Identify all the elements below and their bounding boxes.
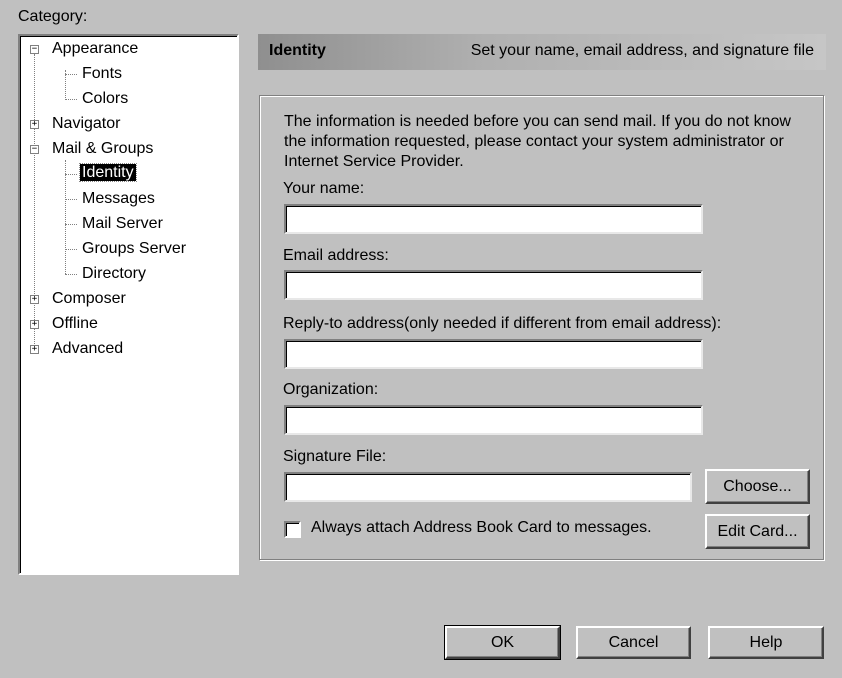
organization-label: Organization: [283,381,379,398]
tree-item-mail-server[interactable]: Mail Server [82,212,163,236]
attach-card-checkbox[interactable] [284,521,301,538]
collapse-icon[interactable]: − [30,45,39,54]
expand-icon[interactable]: + [30,320,39,329]
tree-item-directory[interactable]: Directory [82,262,146,286]
tree-connector [65,274,77,275]
tree-item-fonts[interactable]: Fonts [82,62,122,86]
tree-trunk-line [34,54,35,350]
category-tree[interactable]: − Appearance Fonts Colors + Navigator − … [18,34,239,575]
cancel-button[interactable]: Cancel [576,626,691,659]
expand-icon[interactable]: + [30,120,39,129]
tree-connector [65,249,77,250]
tree-connector [65,99,77,100]
panel-description: Set your name, email address, and signat… [470,42,814,59]
category-label: Category: [18,8,88,25]
your-name-label: Your name: [283,180,365,197]
tree-item-groups-server[interactable]: Groups Server [82,237,186,261]
help-button[interactable]: Help [708,626,824,659]
tree-connector [65,174,77,175]
info-text: The information is needed before you can… [284,113,791,170]
signature-file-field[interactable] [284,472,692,502]
tree-item-offline[interactable]: Offline [52,312,98,336]
reply-to-label: Reply-to address(only needed if differen… [283,315,722,332]
tree-branch-line-mail [65,160,66,274]
email-field[interactable] [284,270,703,300]
tree-connector [65,74,77,75]
tree-item-navigator[interactable]: Navigator [52,112,120,136]
signature-file-label: Signature File: [283,448,387,465]
collapse-icon[interactable]: − [30,145,39,154]
tree-item-identity[interactable]: Identity [79,162,137,184]
choose-button[interactable]: Choose... [705,469,810,504]
email-label: Email address: [283,247,389,264]
tree-item-mail-groups[interactable]: Mail & Groups [52,137,153,161]
edit-card-button[interactable]: Edit Card... [705,514,810,549]
panel-header: Identity Set your name, email address, a… [258,34,826,70]
expand-icon[interactable]: + [30,295,39,304]
ok-button[interactable]: OK [444,625,561,660]
expand-icon[interactable]: + [30,345,39,354]
tree-item-messages[interactable]: Messages [82,187,155,211]
your-name-field[interactable] [284,204,703,234]
tree-connector [65,224,77,225]
tree-item-appearance[interactable]: Appearance [52,37,138,61]
tree-item-advanced[interactable]: Advanced [52,337,123,361]
tree-item-identity-label: Identity [79,163,137,182]
panel-title: Identity [269,42,326,59]
tree-connector [65,199,77,200]
attach-card-label: Always attach Address Book Card to messa… [311,519,652,536]
reply-to-field[interactable] [284,339,703,369]
tree-item-composer[interactable]: Composer [52,287,126,311]
organization-field[interactable] [284,405,703,435]
tree-item-colors[interactable]: Colors [82,87,128,111]
